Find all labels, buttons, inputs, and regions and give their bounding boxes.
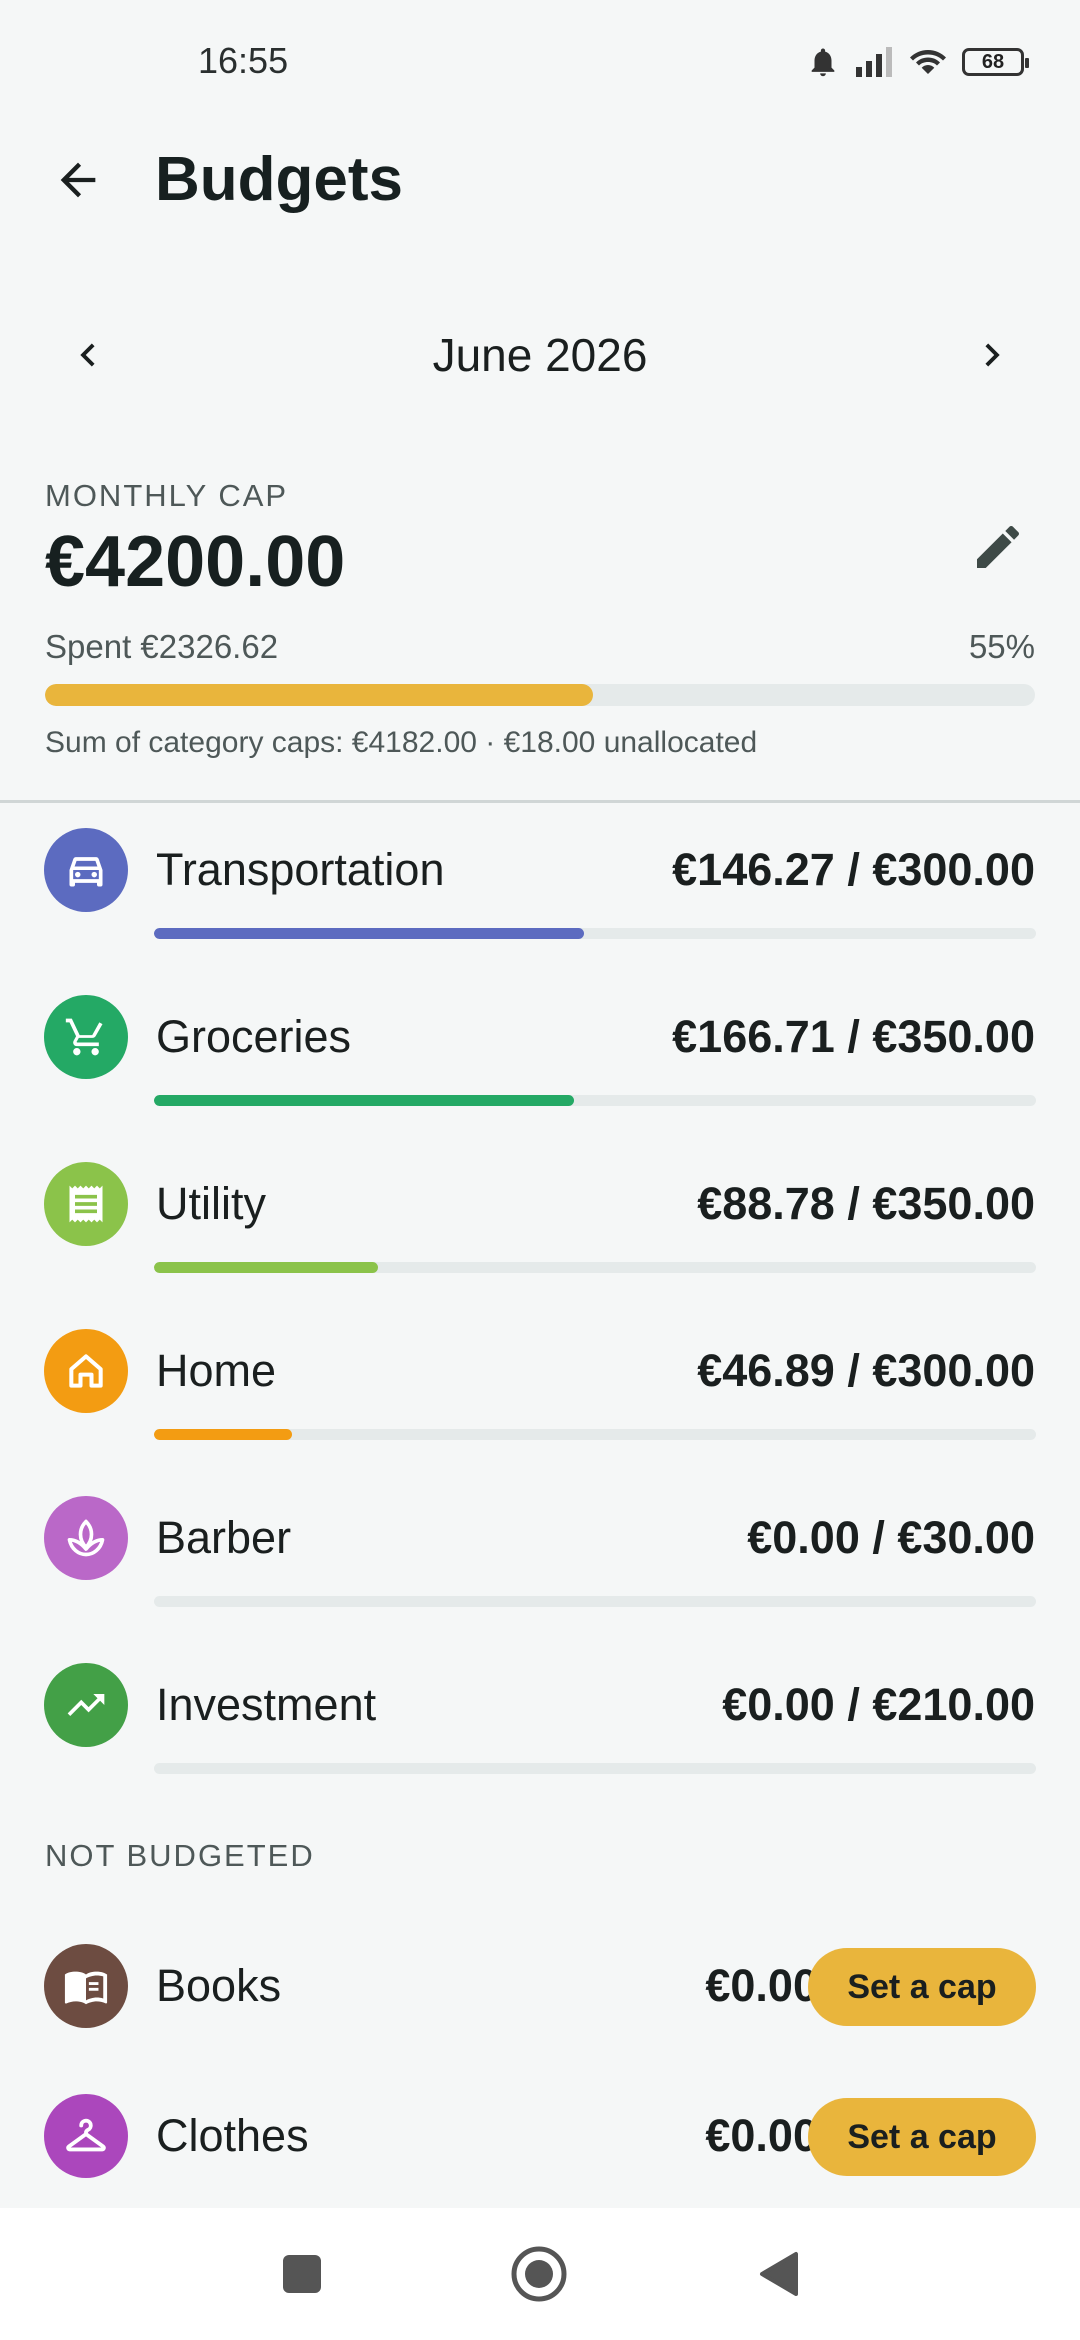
- system-navigation-bar: [0, 2208, 1080, 2340]
- next-month-button[interactable]: [955, 318, 1029, 392]
- category-progress-track: [154, 1596, 1036, 1607]
- set-cap-button-clothes[interactable]: Set a cap: [808, 2098, 1036, 2176]
- category-progress-track: [154, 928, 1036, 939]
- pencil-icon: [977, 525, 1020, 568]
- category-name: Transportation: [156, 844, 445, 895]
- category-amount: €0.00 / €210.00: [722, 1679, 1035, 1730]
- category-progress-fill: [154, 1095, 575, 1106]
- spa-icon: [44, 1496, 128, 1580]
- circle-home-icon: [511, 2246, 567, 2302]
- status-time: 16:55: [198, 40, 289, 81]
- category-amount: €88.78 / €350.00: [697, 1178, 1035, 1229]
- category-row-home[interactable]: Home €46.89 / €300.00: [0, 1315, 1080, 1482]
- monthly-cap-amount: €4200.00: [45, 522, 346, 602]
- category-name: Books: [156, 1960, 282, 2011]
- wifi-icon: [910, 50, 946, 74]
- home-icon: [44, 1329, 128, 1413]
- category-name: Investment: [156, 1679, 377, 1730]
- home-button[interactable]: [509, 2244, 569, 2304]
- category-row-transportation[interactable]: Transportation €146.27 / €300.00: [0, 814, 1080, 981]
- square-icon: [283, 2255, 321, 2293]
- category-progress-fill: [154, 928, 585, 939]
- not-budgeted-list: Books €0.00 Set a cap Clothes €0.00 Set …: [0, 1936, 1080, 2236]
- month-label: June 2026: [432, 329, 648, 381]
- not-budgeted-label: NOT BUDGETED: [45, 1838, 315, 1873]
- allocation-summary: Sum of category caps: €4182.00 · €18.00 …: [45, 726, 758, 759]
- battery-level: 68: [981, 50, 1005, 73]
- back-system-button[interactable]: [748, 2244, 808, 2304]
- hanger-icon: [44, 2094, 128, 2178]
- category-name: Barber: [156, 1512, 292, 1563]
- category-progress-track: [154, 1262, 1036, 1273]
- app-bar: Budgets: [0, 120, 1080, 240]
- month-navigator: June 2026: [0, 300, 1080, 410]
- category-amount: €0.00: [705, 2110, 818, 2161]
- battery-icon: 68: [962, 48, 1029, 76]
- chevron-right-icon: [985, 343, 1000, 367]
- set-cap-button-books[interactable]: Set a cap: [808, 1948, 1036, 2026]
- category-name: Home: [156, 1345, 277, 1396]
- triangle-back-icon: [760, 2252, 798, 2296]
- spent-percent: 55%: [968, 628, 1035, 665]
- category-amount: €166.71 / €350.00: [672, 1011, 1035, 1062]
- bell-icon: [811, 48, 835, 77]
- category-amount: €146.27 / €300.00: [672, 844, 1035, 895]
- back-button[interactable]: [40, 142, 116, 218]
- category-row-utility[interactable]: Utility €88.78 / €350.00: [0, 1148, 1080, 1315]
- category-progress-track: [154, 1763, 1036, 1774]
- arrow-back-icon: [60, 162, 96, 198]
- category-row-barber[interactable]: Barber €0.00 / €30.00: [0, 1482, 1080, 1649]
- monthly-cap-progress-track: [45, 684, 1035, 706]
- category-name: Utility: [156, 1178, 266, 1229]
- category-name: Groceries: [156, 1011, 352, 1062]
- divider: [0, 800, 1080, 803]
- book-icon: [44, 1944, 128, 2028]
- monthly-cap-card: MONTHLY CAP €4200.00 Spent €2326.62 55% …: [45, 476, 1035, 759]
- category-progress-fill: [154, 1429, 292, 1440]
- not-budgeted-row-books: Books €0.00 Set a cap: [0, 1936, 1080, 2086]
- edit-cap-button[interactable]: [961, 510, 1035, 584]
- chevron-left-icon: [80, 343, 95, 367]
- previous-month-button[interactable]: [51, 318, 125, 392]
- monthly-cap-label: MONTHLY CAP: [45, 478, 289, 513]
- category-name: Clothes: [156, 2110, 309, 2161]
- category-list: Transportation €146.27 / €300.00 Groceri…: [0, 814, 1080, 1816]
- recents-button[interactable]: [272, 2244, 332, 2304]
- category-row-groceries[interactable]: Groceries €166.71 / €350.00: [0, 981, 1080, 1148]
- category-amount: €46.89 / €300.00: [697, 1345, 1035, 1396]
- category-progress-fill: [154, 1262, 378, 1273]
- car-icon: [44, 828, 128, 912]
- trending-up-icon: [44, 1663, 128, 1747]
- page-title: Budgets: [155, 145, 403, 214]
- receipt-icon: [44, 1162, 128, 1246]
- category-row-investment[interactable]: Investment €0.00 / €210.00: [0, 1649, 1080, 1816]
- category-progress-track: [154, 1429, 1036, 1440]
- cart-icon: [44, 995, 128, 1079]
- monthly-cap-progress-fill: [45, 684, 594, 706]
- category-amount: €0.00: [705, 1960, 818, 2011]
- category-amount: €0.00 / €30.00: [747, 1512, 1035, 1563]
- status-bar: 16:55 68: [0, 0, 1080, 120]
- spent-amount: Spent €2326.62: [45, 628, 279, 665]
- signal-icon: [856, 47, 892, 77]
- status-icons: 68: [806, 40, 1029, 84]
- category-progress-track: [154, 1095, 1036, 1106]
